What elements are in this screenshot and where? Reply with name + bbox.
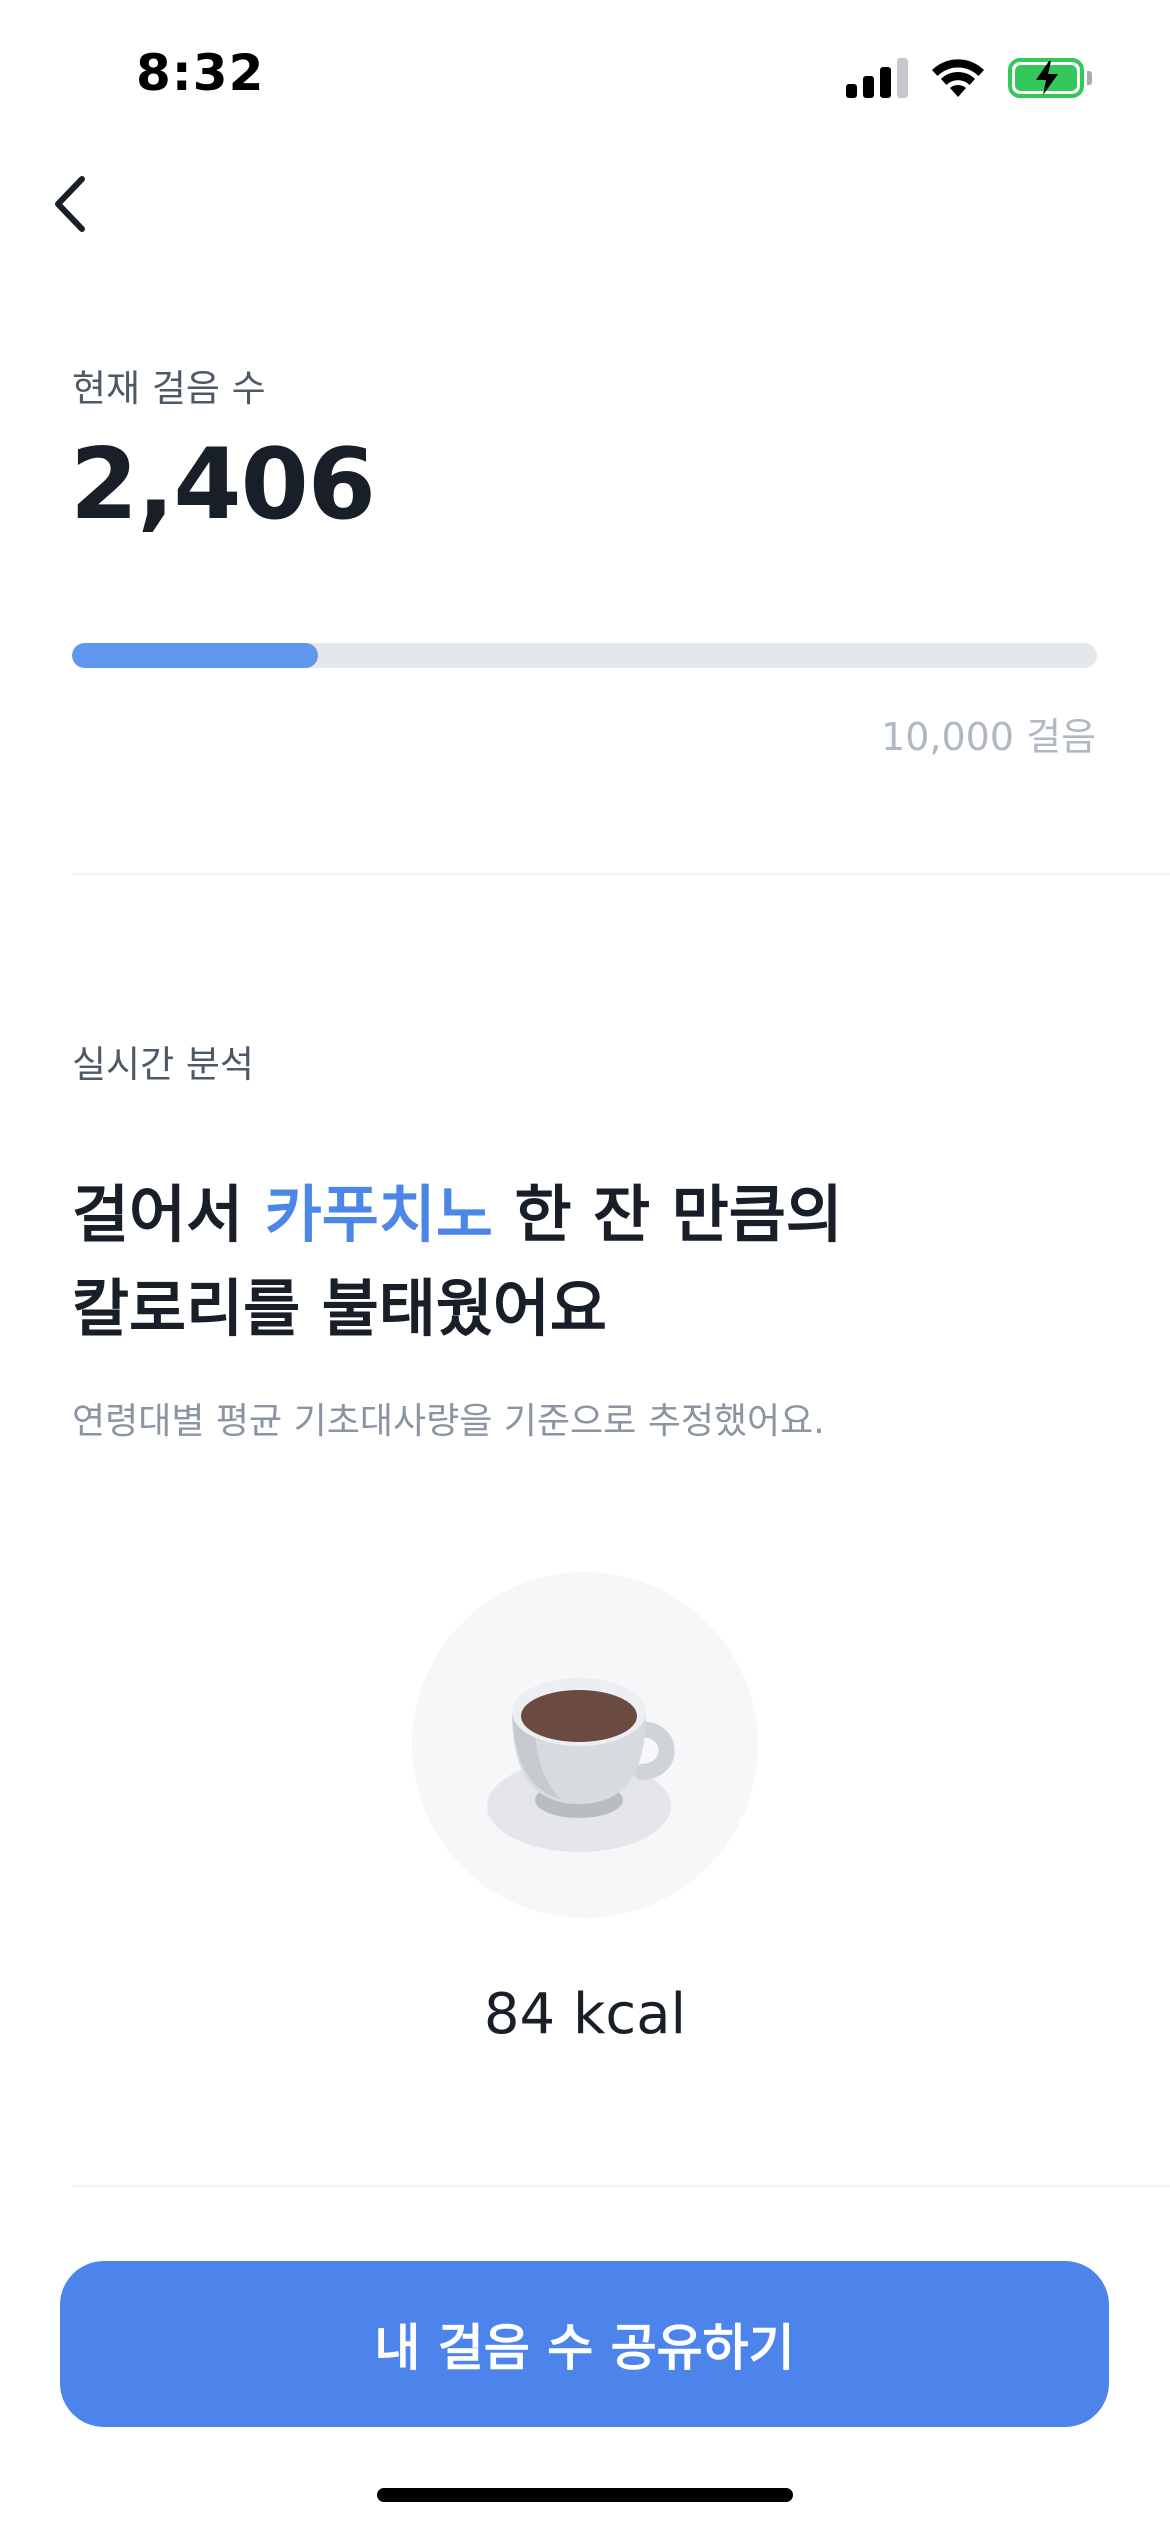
back-button[interactable] bbox=[40, 168, 100, 240]
analysis-section-label: 실시간 분석 bbox=[72, 1043, 254, 1086]
status-icons bbox=[846, 56, 1092, 100]
coffee-cup-icon bbox=[487, 1678, 675, 1852]
headline-suffix: 한 잔 만큼의 bbox=[492, 1178, 843, 1251]
headline-line2: 칼로리를 불태웠어요 bbox=[72, 1272, 607, 1345]
steps-progress-fill bbox=[72, 643, 318, 668]
divider bbox=[72, 873, 1170, 875]
steps-value: 2,406 bbox=[70, 428, 376, 542]
home-indicator bbox=[377, 2488, 793, 2502]
analysis-headline: 걸어서 카푸치노 한 잔 만큼의 칼로리를 불태웠어요 bbox=[72, 1168, 1112, 1356]
headline-prefix: 걸어서 bbox=[72, 1178, 265, 1251]
battery-charging-icon bbox=[1008, 58, 1092, 98]
headline-accent: 카푸치노 bbox=[264, 1178, 493, 1251]
steps-progress-bar bbox=[72, 643, 1097, 668]
signal-icon bbox=[846, 58, 908, 98]
illustration-circle bbox=[412, 1572, 758, 1918]
steps-label: 현재 걸음 수 bbox=[72, 367, 266, 410]
divider bbox=[72, 2185, 1170, 2187]
wifi-icon bbox=[932, 59, 984, 97]
steps-goal: 10,000 걸음 bbox=[881, 715, 1096, 759]
analysis-note: 연령대별 평균 기초대사량을 기준으로 추정했어요. bbox=[72, 1401, 825, 1442]
share-steps-button[interactable]: 내 걸음 수 공유하기 bbox=[60, 2261, 1109, 2427]
status-bar: 8:32 bbox=[0, 0, 1170, 150]
kcal-value: 84 kcal bbox=[483, 1982, 687, 2047]
status-time: 8:32 bbox=[136, 44, 265, 102]
steps-screen: 8:32 현재 걸음 수 2,406 10,000 걸음 실시간 분석 걸어서 … bbox=[0, 0, 1170, 2532]
chevron-left-icon bbox=[55, 176, 85, 232]
